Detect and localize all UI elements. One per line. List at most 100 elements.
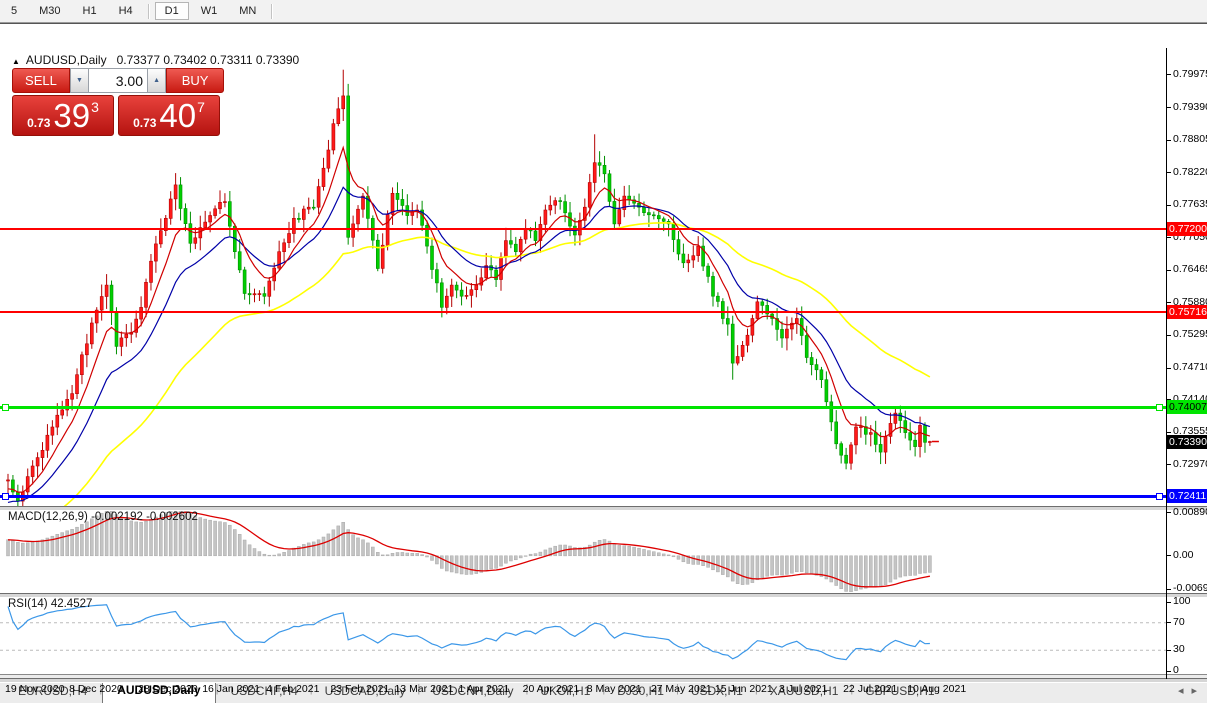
candle xyxy=(46,435,49,450)
hline-handle[interactable] xyxy=(1156,493,1163,500)
candle xyxy=(761,302,764,306)
candle xyxy=(125,334,128,338)
sell-quote[interactable]: 0.73393 xyxy=(12,95,114,136)
timeframe-button-d1[interactable]: D1 xyxy=(155,2,189,20)
candle xyxy=(504,241,507,258)
candle xyxy=(588,183,591,208)
collapse-arrow-icon[interactable]: ▲ xyxy=(12,57,20,66)
macd-bar xyxy=(480,556,483,573)
timeframe-button-m30[interactable]: M30 xyxy=(29,2,70,20)
hline-0.77200[interactable] xyxy=(0,228,1166,230)
macd-bar xyxy=(150,519,153,556)
price-axis-label: 0.77635 xyxy=(1173,198,1207,210)
candle xyxy=(327,150,330,168)
macd-bar xyxy=(529,554,532,556)
timeframe-button-5[interactable]: 5 xyxy=(1,2,27,20)
sell-button[interactable]: SELL xyxy=(12,68,70,93)
time-axis-label: 19 Nov 2020 xyxy=(5,683,65,695)
pane-splitter[interactable] xyxy=(0,593,1207,598)
candle xyxy=(322,168,325,186)
hline-0.74007[interactable] xyxy=(0,406,1166,409)
volume-decrease-button[interactable]: ▼ xyxy=(70,68,89,93)
macd-bar xyxy=(7,540,10,556)
buy-button[interactable]: BUY xyxy=(166,68,224,93)
buy-price-prefix: 0.73 xyxy=(133,116,156,130)
hline-0.75716[interactable] xyxy=(0,311,1166,313)
candle xyxy=(184,209,187,224)
macd-bar xyxy=(603,540,606,556)
macd-bar xyxy=(672,556,675,557)
tab-scroll-right-icon[interactable]: ▸ xyxy=(1191,684,1197,697)
candle xyxy=(145,282,148,307)
timeframe-button-h4[interactable]: H4 xyxy=(109,2,143,20)
timeframe-button-h1[interactable]: H1 xyxy=(73,2,107,20)
macd-bar xyxy=(628,546,631,556)
time-axis-label: 20 Apr 2021 xyxy=(523,683,580,695)
toolbar-separator xyxy=(148,4,150,19)
candle xyxy=(455,285,458,290)
macd-bar xyxy=(465,556,468,575)
candle xyxy=(450,285,453,296)
macd-bar xyxy=(347,530,350,556)
hline-handle[interactable] xyxy=(2,404,9,411)
macd-bar xyxy=(426,556,429,557)
candle xyxy=(608,174,611,202)
candle xyxy=(140,307,143,319)
macd-bar xyxy=(894,556,897,579)
candle xyxy=(716,296,719,301)
macd-bar xyxy=(145,521,148,556)
price-axis-tick xyxy=(1166,74,1171,75)
volume-input[interactable] xyxy=(89,68,147,93)
macd-bar xyxy=(233,530,236,556)
candle xyxy=(85,344,88,355)
timeframe-button-w1[interactable]: W1 xyxy=(191,2,228,20)
candle xyxy=(524,229,527,239)
candle xyxy=(76,375,79,394)
macd-bar xyxy=(667,555,670,556)
candle xyxy=(805,336,808,358)
macd-bar xyxy=(366,543,369,556)
macd-bar xyxy=(495,556,498,569)
candle xyxy=(283,243,286,252)
tab-scroll-left-icon[interactable]: ◂ xyxy=(1178,684,1184,697)
macd-bar xyxy=(919,556,922,574)
candle xyxy=(381,245,384,268)
candle xyxy=(603,165,606,174)
macd-bar xyxy=(539,552,542,556)
candle xyxy=(475,285,478,290)
candle xyxy=(677,240,680,254)
macd-bar xyxy=(623,546,626,556)
price-level-badge: 0.74007 xyxy=(1167,400,1207,414)
candle xyxy=(682,254,685,263)
mt4-window: 5M30H1H4 D1W1MN ▲AUDUSD,Daily0.73377 0.73… xyxy=(0,0,1207,703)
hline-handle[interactable] xyxy=(2,493,9,500)
volume-increase-button[interactable]: ▲ xyxy=(147,68,166,93)
candle xyxy=(150,261,153,282)
timeframe-button-mn[interactable]: MN xyxy=(229,2,266,20)
candle xyxy=(564,202,567,213)
macd-bar xyxy=(421,555,424,556)
candle xyxy=(613,201,616,224)
candle xyxy=(110,285,113,312)
candle xyxy=(115,313,118,347)
chart-area[interactable]: ▲AUDUSD,Daily0.73377 0.73402 0.73311 0.7… xyxy=(0,23,1207,674)
rsi-pane-svg[interactable] xyxy=(0,596,1166,677)
macd-axis-tick xyxy=(1166,512,1171,513)
macd-bar xyxy=(652,552,655,556)
macd-bar xyxy=(80,524,83,555)
candle xyxy=(904,421,907,433)
time-axis-label: 15 Jun 2021 xyxy=(715,683,773,695)
buy-quote[interactable]: 0.73407 xyxy=(118,95,220,136)
macd-bar xyxy=(509,556,512,561)
hline-handle[interactable] xyxy=(1156,404,1163,411)
candle xyxy=(312,207,315,208)
current-price-badge: 0.73390 xyxy=(1167,435,1207,449)
macd-bar xyxy=(253,549,256,556)
macd-bar xyxy=(756,556,759,580)
macd-bar xyxy=(396,553,399,556)
macd-bar xyxy=(391,553,394,556)
hline-0.72411[interactable] xyxy=(0,495,1166,498)
macd-bar xyxy=(278,554,281,556)
macd-bar xyxy=(613,544,616,556)
candle xyxy=(243,270,246,294)
